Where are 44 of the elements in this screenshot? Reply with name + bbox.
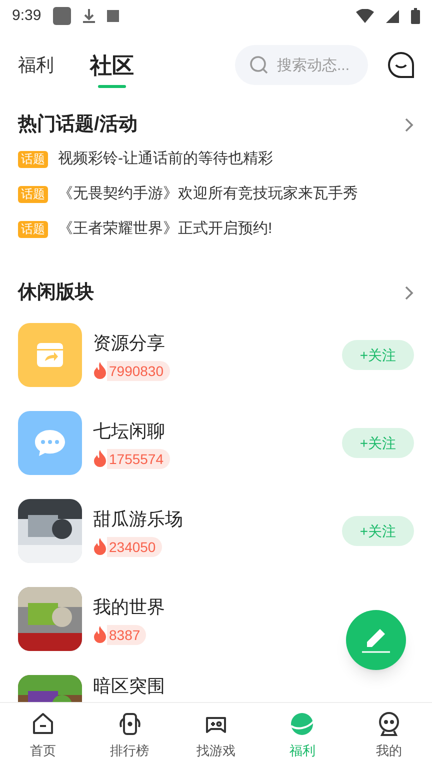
phone-icon [116,710,143,737]
board-name[interactable]: 暗区突围 [93,673,414,700]
keyboard-notification-icon [107,10,120,22]
share-board-icon [18,323,82,387]
topic-link[interactable]: 《无畏契约手游》欢迎所有竞技玩家来瓦手秀 [58,183,358,206]
wifi-icon [356,9,374,23]
search-field[interactable]: 搜索动态... [235,45,368,85]
flame-icon [93,362,107,380]
chevron-right-icon[interactable] [404,117,414,133]
board-name[interactable]: 甜瓜游乐场 [93,506,342,532]
section-title: 休闲版块 [18,280,94,305]
board-name[interactable]: 我的世界 [93,594,414,620]
topic-link[interactable]: 《王者荣耀世界》正式开启预约! [58,218,272,241]
chevron-right-icon[interactable] [404,285,414,301]
flame-icon [93,538,107,556]
heat-count: 234050 [107,536,162,556]
flame-icon [93,626,107,644]
planet-icon [289,710,316,737]
search-icon [249,55,269,75]
nav-tab[interactable]: 我的 [346,703,432,768]
nav-tab[interactable]: 排行榜 [86,703,173,768]
section-title: 热门话题/活动 [18,112,138,137]
status-time: 9:39 [12,6,42,26]
app-notification-icon [53,7,72,25]
topic-tag: 话题 [18,186,48,203]
topic-link[interactable]: 视频彩铃-让通话前的等待也精彩 [58,148,273,171]
download-icon [83,9,96,23]
heat-count: 7990830 [107,360,170,380]
tab[interactable]: 社区 [90,32,134,98]
tab-underline [98,85,126,88]
signal-icon [386,10,399,22]
tab[interactable]: 福利 [18,32,54,98]
topic-tag: 话题 [18,151,48,168]
heat-count: 1755574 [107,448,170,468]
topic-tag: 话题 [18,221,48,238]
board-name[interactable]: 资源分享 [93,330,342,356]
nav-tab[interactable]: 首页 [0,703,86,768]
flame-icon [93,450,107,468]
board-name[interactable]: 七坛闲聊 [93,418,342,444]
message-icon[interactable] [388,52,414,78]
battery-icon [411,8,420,24]
chat-board-icon [18,411,82,475]
heat-count: 8387 [107,624,146,644]
nav-tab[interactable]: 找游戏 [172,703,260,768]
